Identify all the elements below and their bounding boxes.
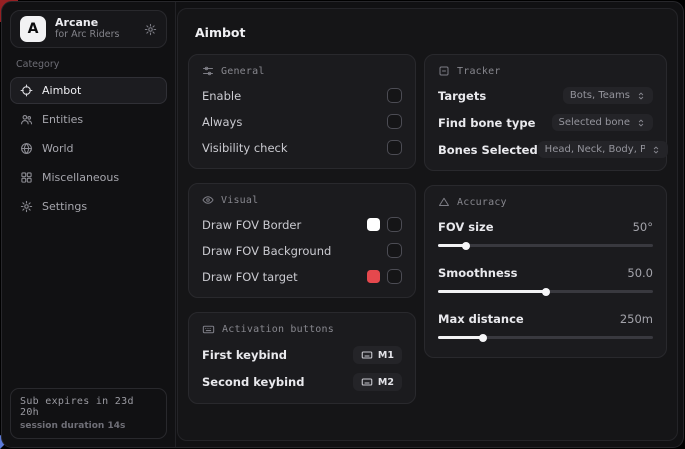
eye-icon [202,194,214,206]
sidebar-item-aimbot[interactable]: Aimbot [10,77,167,104]
second-keybind-button[interactable]: M2 [353,373,402,391]
sidebar-item-label: World [42,142,74,155]
card-title: Accuracy [457,197,507,208]
tracker-card: Tracker Targets Bots, Teams [424,54,667,171]
accuracy-card: Accuracy FOV size 50° [424,185,667,358]
subscription-info: Sub expires in 23d 20h session duration … [10,388,167,439]
setting-row-bones-selected: Bones Selected Head, Neck, Body, Pe... [438,141,653,158]
app-name: Arcane [55,17,135,30]
category-label: Category [16,59,161,70]
setting-row-visibility-check: Visibility check [202,139,402,156]
sidebar-item-label: Aimbot [42,84,81,97]
setting-row-second-keybind: Second keybind M2 [202,373,402,391]
setting-row-draw-fov-background: Draw FOV Background [202,242,402,259]
sidebar-item-world[interactable]: World [10,135,167,162]
sidebar-item-miscellaneous[interactable]: Miscellaneous [10,164,167,191]
app-subtitle: for Arc Riders [55,30,135,41]
sub-expiry: Sub expires in 23d 20h [20,396,157,418]
session-duration: session duration 14s [20,421,157,431]
color-swatch[interactable] [367,218,380,231]
slider-thumb[interactable] [462,242,470,250]
sidebar: A Arcane for Arc Riders Category Aimbot [2,2,176,447]
draw-fov-target-checkbox[interactable] [387,269,402,284]
color-swatch[interactable] [367,270,380,283]
app-logo: A [20,16,46,42]
card-title: Tracker [457,66,501,77]
setting-row-targets: Targets Bots, Teams [438,87,653,104]
slider-thumb[interactable] [542,288,550,296]
app-header: A Arcane for Arc Riders [10,10,167,48]
setting-row-always: Always [202,113,402,130]
gear-icon[interactable] [144,23,157,36]
keyboard-icon [361,376,373,388]
setting-row-draw-fov-target: Draw FOV target [202,268,402,285]
card-title: General [221,66,265,77]
sidebar-item-label: Entities [42,113,83,126]
draw-fov-background-checkbox[interactable] [387,243,402,258]
gear-icon [20,200,33,213]
app-window: A Arcane for Arc Riders Category Aimbot [1,1,684,448]
smoothness-slider[interactable] [438,288,653,295]
slider-thumb[interactable] [479,334,487,342]
keyboard-icon [202,323,215,336]
setting-group-fov-size: FOV size 50° [438,218,653,249]
general-card: General Enable Always Visibility check [188,54,416,169]
smoothness-value: 50.0 [627,266,653,280]
square-minus-icon [438,65,450,77]
fov-size-slider[interactable] [438,242,653,249]
fov-size-value: 50° [633,220,653,234]
setting-group-smoothness: Smoothness 50.0 [438,264,653,295]
visibility-check-checkbox[interactable] [387,140,402,155]
sidebar-item-label: Settings [42,200,87,213]
first-keybind-button[interactable]: M1 [353,346,402,364]
max-distance-slider[interactable] [438,334,653,341]
keyboard-icon [361,349,373,361]
card-title: Activation buttons [222,324,334,335]
setting-row-first-keybind: First keybind M1 [202,346,402,364]
category-nav: Aimbot Entities World Miscellaneous [10,77,167,220]
bones-selected-dropdown[interactable]: Head, Neck, Body, Pe... [538,141,668,158]
sliders-icon [202,65,214,77]
chevrons-up-down-icon [636,91,646,101]
sidebar-item-settings[interactable]: Settings [10,193,167,220]
card-title: Visual [221,195,258,206]
setting-group-max-distance: Max distance 250m [438,310,653,341]
always-checkbox[interactable] [387,114,402,129]
enable-checkbox[interactable] [387,88,402,103]
chevrons-up-down-icon [651,145,661,155]
setting-row-find-bone-type: Find bone type Selected bone [438,114,653,131]
chevrons-up-down-icon [636,118,646,128]
setting-row-enable: Enable [202,87,402,104]
targets-dropdown[interactable]: Bots, Teams [563,87,653,104]
triangle-icon [438,196,450,208]
page-title: Aimbot [195,25,667,40]
find-bone-type-dropdown[interactable]: Selected bone [552,114,653,131]
activation-buttons-card: Activation buttons First keybind M1 [188,312,416,404]
users-icon [20,113,33,126]
crosshair-icon [20,84,33,97]
sidebar-item-entities[interactable]: Entities [10,106,167,133]
grid-icon [20,171,33,184]
globe-icon [20,142,33,155]
draw-fov-border-checkbox[interactable] [387,217,402,232]
main-panel: Aimbot General Enable [177,8,678,441]
sidebar-item-label: Miscellaneous [42,171,119,184]
max-distance-value: 250m [620,312,653,326]
visual-card: Visual Draw FOV Border Draw FOV Backgrou… [188,183,416,298]
setting-row-draw-fov-border: Draw FOV Border [202,216,402,233]
